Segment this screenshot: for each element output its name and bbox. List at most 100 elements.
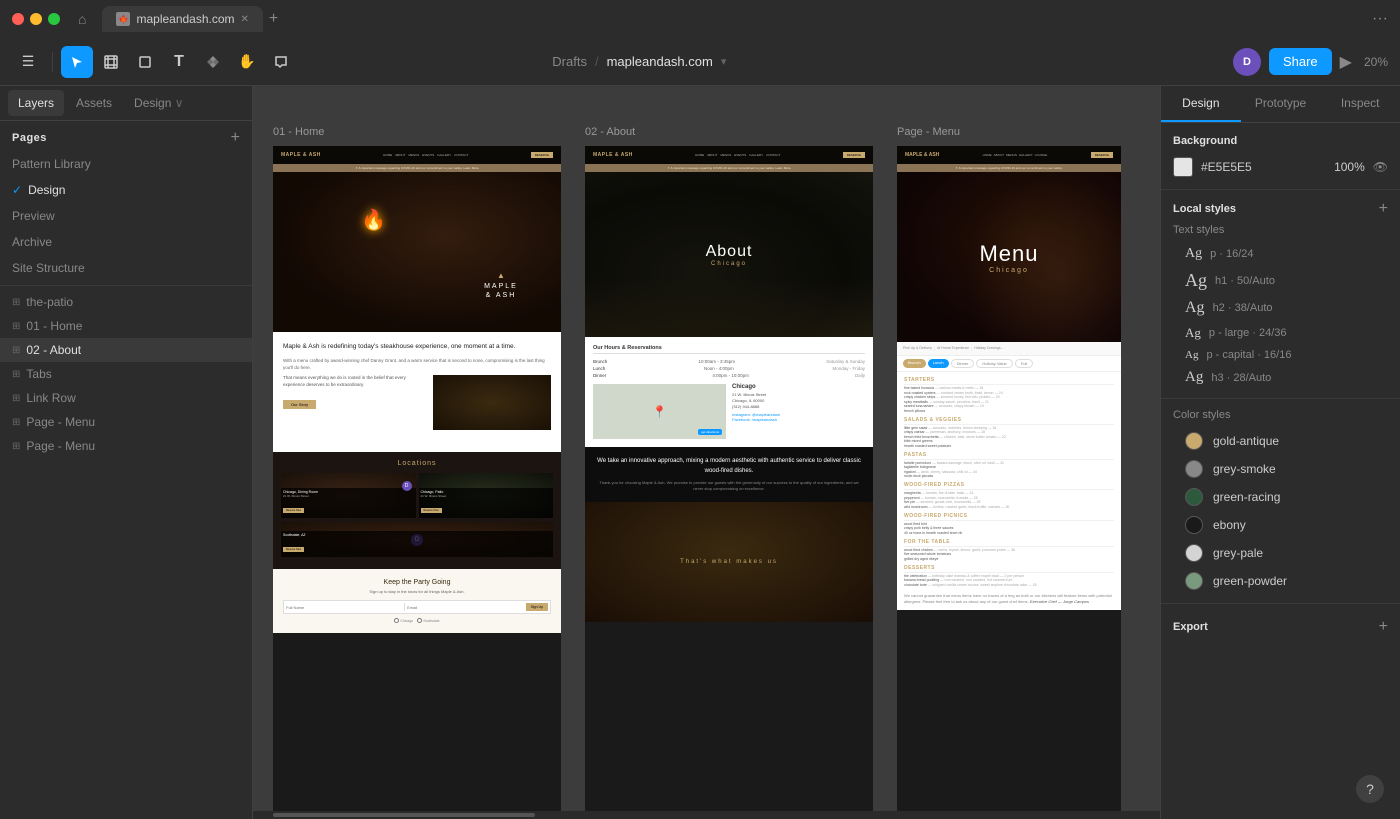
user-avatar[interactable]: D	[1233, 48, 1261, 76]
hours-days: Daily	[855, 373, 865, 378]
map-area: 📍 get directions	[593, 384, 726, 439]
visibility-icon[interactable]: 👁	[1373, 160, 1388, 174]
home-icon[interactable]: ⌂	[78, 11, 86, 27]
location-card-scottsdale: D Scottsdale, AZ Reserve Now	[281, 522, 553, 557]
minimize-dot[interactable]	[30, 13, 42, 25]
pickup-tab-3[interactable]: Holiday Cravings...	[974, 346, 1003, 351]
facebook-link[interactable]: Facebook: /mapleandash	[732, 417, 865, 422]
layer-item-page-menu-1[interactable]: ⊞ Page - Menu	[0, 410, 252, 434]
tab-close-btn[interactable]: ✕	[241, 14, 249, 25]
color-style-grey-pale[interactable]: grey-pale	[1173, 539, 1388, 567]
card-btn[interactable]: Reserve Now	[283, 508, 304, 513]
right-panel-tabs: Design Prototype Inspect	[1161, 86, 1400, 123]
active-tab[interactable]: 🍁 mapleandash.com ✕	[102, 6, 262, 32]
frame-menu[interactable]: MAPLE & ASH HOME ABOUT MENUS GALLERY LOU…	[897, 146, 1121, 819]
frame-about[interactable]: MAPLE & ASH HOME ABOUT MENUS EVENTS GALL…	[585, 146, 873, 819]
add-style-btn[interactable]: +	[1379, 200, 1388, 218]
background-color-swatch[interactable]	[1173, 157, 1193, 177]
home-nav: MAPLE & ASH HOME ABOUT MENUS EVENTS GALL…	[273, 146, 561, 164]
color-style-ebony[interactable]: ebony	[1173, 511, 1388, 539]
canvas-scrollbar[interactable]	[253, 811, 1160, 819]
page-item-archive[interactable]: Archive	[0, 229, 252, 255]
layer-item-tabs[interactable]: ⊞ Tabs	[0, 362, 252, 386]
select-tool-btn[interactable]	[61, 46, 93, 78]
layer-item-patio[interactable]: ⊞ the-patio	[0, 290, 252, 314]
frame-home[interactable]: MAPLE & ASH HOME ABOUT MENUS EVENTS GALL…	[273, 146, 561, 819]
help-button[interactable]: ?	[1356, 775, 1384, 803]
layers-tab[interactable]: Layers	[8, 90, 64, 116]
text-style-p[interactable]: Ag p · 16/24	[1173, 242, 1388, 266]
frame-tool-btn[interactable]	[95, 46, 127, 78]
design-tab[interactable]: Design ∨	[124, 90, 193, 116]
shape-tool-btn[interactable]	[129, 46, 161, 78]
mission-sub: Thank you for choosing Maple & Ash. We p…	[595, 480, 863, 492]
page-item-design[interactable]: ✓ Design	[0, 177, 252, 203]
layer-item-page-menu-2[interactable]: ⊞ Page - Menu	[0, 434, 252, 458]
design-tab[interactable]: Design	[1161, 86, 1241, 122]
hours-days: Saturday & Sunday	[826, 359, 865, 364]
layer-item-about[interactable]: ⊞ 02 - About	[0, 338, 252, 362]
close-dot[interactable]	[12, 13, 24, 25]
pickup-tab-1[interactable]: Pick Up & Delivery	[903, 346, 932, 351]
add-export-btn[interactable]: +	[1379, 618, 1388, 636]
chicago-check[interactable]: Chicago	[394, 618, 413, 623]
card-btn[interactable]: Reserve Now	[283, 547, 304, 552]
background-hex[interactable]: #E5E5E5	[1201, 160, 1326, 174]
share-button[interactable]: Share	[1269, 48, 1332, 75]
filter-holiday[interactable]: Holiday Value	[976, 359, 1012, 368]
text-style-h1[interactable]: Ag h1 · 50/Auto	[1173, 266, 1388, 295]
canvas-inner[interactable]: 01 - Home MAPLE & ASH HOME ABOUT MENUS E…	[253, 86, 1160, 819]
component-tool-btn[interactable]	[197, 46, 229, 78]
directions-btn[interactable]: get directions	[698, 429, 722, 435]
background-opacity[interactable]: 100%	[1334, 160, 1365, 174]
filter-lunch[interactable]: Lunch	[928, 359, 949, 368]
hours-time: 10:00am - 3:45pm	[698, 359, 735, 364]
color-style-grey-smoke[interactable]: grey-smoke	[1173, 455, 1388, 483]
text-style-h2[interactable]: Ag h2 · 38/Auto	[1173, 295, 1388, 321]
text-style-h3[interactable]: Ag h3 · 28/Auto	[1173, 365, 1388, 390]
filter-brunch[interactable]: Brunch	[903, 359, 926, 368]
inspect-tab[interactable]: Inspect	[1320, 86, 1400, 122]
titlebar-more[interactable]: ···	[1372, 10, 1388, 28]
pickup-tab-2[interactable]: At Home Experience	[937, 346, 969, 351]
color-style-gold[interactable]: gold-antique	[1173, 427, 1388, 455]
main-menu-btn[interactable]: ☰	[12, 46, 44, 78]
dropdown-arrow[interactable]: ▾	[721, 55, 727, 68]
scottsdale-check[interactable]: Scottsdale	[417, 618, 439, 623]
email-input[interactable]	[404, 603, 523, 611]
home-cta[interactable]: Our Story	[283, 400, 316, 409]
maximize-dot[interactable]	[48, 13, 60, 25]
card-btn[interactable]: Reserve Now	[421, 508, 442, 513]
assets-tab[interactable]: Assets	[66, 90, 122, 116]
ts-h3-label: h3 · 28/Auto	[1211, 372, 1271, 384]
new-tab-btn[interactable]: +	[269, 10, 278, 28]
home-inline-img	[433, 375, 551, 430]
layer-item-link-row[interactable]: ⊞ Link Row	[0, 386, 252, 410]
toolbar-breadcrumb: Drafts / mapleandash.com ▾	[552, 54, 726, 69]
add-page-btn[interactable]: +	[231, 129, 240, 147]
color-style-green-powder[interactable]: green-powder	[1173, 567, 1388, 595]
page-item-pattern-library[interactable]: Pattern Library	[0, 151, 252, 177]
nav-logo: MAPLE & ASH	[281, 152, 321, 158]
play-button[interactable]: ▶	[1340, 52, 1352, 72]
signup-btn[interactable]: Sign Up	[526, 603, 548, 611]
page-item-site-structure[interactable]: Site Structure	[0, 255, 252, 281]
prototype-tab[interactable]: Prototype	[1241, 86, 1321, 122]
filter-full[interactable]: Full	[1015, 359, 1033, 368]
menu-item: wood fired chicken — herbs, thyme, lemon…	[904, 548, 1114, 552]
nav-reserve-btn: RESERVE	[1091, 152, 1113, 158]
hand-tool-btn[interactable]: ✋	[231, 46, 263, 78]
name-input[interactable]	[286, 603, 402, 611]
color-style-green-racing[interactable]: green-racing	[1173, 483, 1388, 511]
text-styles-section: Text styles Ag p · 16/24 Ag h1 · 50/Auto…	[1161, 224, 1400, 394]
comment-tool-btn[interactable]	[265, 46, 297, 78]
text-tool-btn[interactable]: T	[163, 46, 195, 78]
filter-dinner[interactable]: Dinner	[951, 359, 975, 368]
canvas[interactable]: 01 - Home MAPLE & ASH HOME ABOUT MENUS E…	[253, 86, 1160, 819]
page-item-preview[interactable]: Preview	[0, 203, 252, 229]
page-label: Site Structure	[12, 261, 85, 275]
text-style-p-large[interactable]: Ag p - large · 24/36	[1173, 321, 1388, 345]
text-style-p-capital[interactable]: Ag p - capital · 16/16	[1173, 345, 1388, 365]
zoom-level[interactable]: 20%	[1364, 55, 1388, 69]
layer-item-home[interactable]: ⊞ 01 - Home	[0, 314, 252, 338]
